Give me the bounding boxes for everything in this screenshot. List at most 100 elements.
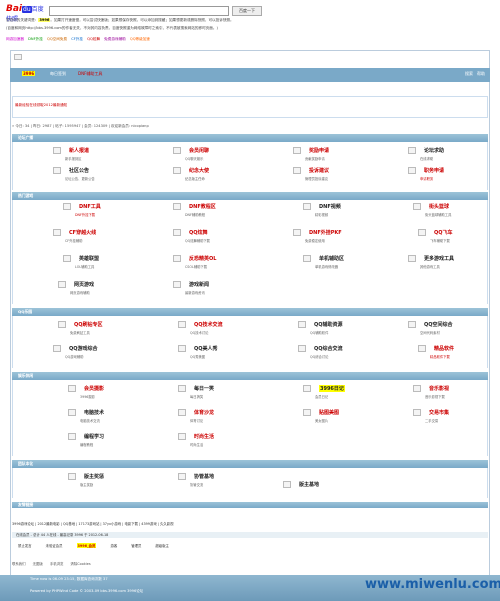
forum-name[interactable]: 交易市集: [429, 409, 449, 416]
forum-cell[interactable]: 社区公告 论坛公告、更新公告: [53, 166, 163, 186]
forum-cell[interactable]: 新人报道 新手报到区: [53, 146, 163, 166]
forum-cell[interactable]: QQ游戏综合 QQ游戏辅助: [53, 344, 163, 364]
forum-name[interactable]: DNF教程区: [189, 203, 216, 210]
forum-name[interactable]: 网页游戏: [74, 281, 94, 288]
forum-cell[interactable]: 论坛求助 在线求助: [408, 146, 500, 166]
forum-name[interactable]: DNF外挂PKF: [309, 229, 342, 236]
forum-name[interactable]: 精品软件: [434, 345, 454, 352]
footer-link[interactable]: 无图版: [33, 562, 43, 566]
forum-name[interactable]: 英雄联盟: [79, 255, 99, 262]
forum-cell[interactable]: QQ空间综合 空间代码素材: [408, 320, 500, 340]
forum-cell[interactable]: 版主奖惩 版主奖励: [68, 472, 178, 492]
forum-cell[interactable]: 3996日记 会员日记: [303, 384, 413, 404]
forum-name[interactable]: 反恐精英OL: [189, 255, 216, 262]
forum-name[interactable]: DNF工具: [79, 203, 101, 210]
forum-cell[interactable]: 电脑技术 电脑技术交流: [68, 408, 178, 428]
forum-name[interactable]: DNF视频: [319, 203, 341, 210]
forum-name[interactable]: QQ刷钻专区: [74, 321, 103, 328]
section-header-team[interactable]: 团队本化: [12, 460, 488, 468]
forum-name[interactable]: 贴图美图: [319, 409, 339, 416]
topbar-search[interactable]: 搜索: [465, 71, 473, 77]
forum-name[interactable]: 每日一笑: [194, 385, 214, 392]
forum-cell[interactable]: 纪念大使 纪念版主任命: [173, 166, 283, 186]
forum-cell[interactable]: QQ美人秀 QQ秀美图: [178, 344, 288, 364]
forum-name[interactable]: 游戏新闻: [189, 281, 209, 288]
forum-cell[interactable]: 每日一笑 每日搞笑: [178, 384, 288, 404]
topbar-logo[interactable]: 3996: [22, 71, 36, 76]
forum-name[interactable]: 编程学习: [84, 433, 104, 440]
forum-name[interactable]: 新人报道: [69, 147, 89, 154]
forum-name[interactable]: 版主奖惩: [84, 473, 104, 480]
forum-cell[interactable]: 会员闲聊 QQ聊天娱乐: [173, 146, 283, 166]
forum-cell[interactable]: 英雄联盟 LOL辅助工具: [63, 254, 173, 274]
color-nav-item[interactable]: 网游加速器: [6, 37, 24, 41]
topbar-dnf-tools[interactable]: DNF辅助工具: [78, 71, 102, 77]
forum-cell[interactable]: 体育沙龙 体育讨论: [178, 408, 288, 428]
forum-cell[interactable]: 贴图美图 美女图片: [303, 408, 413, 428]
forum-cell[interactable]: DNF教程区 DNF辅助教程: [173, 202, 283, 222]
forum-name[interactable]: 职务申请: [424, 167, 444, 174]
color-nav-item[interactable]: 免费游戏辅助: [104, 37, 126, 41]
forum-name[interactable]: QQ炫舞: [189, 229, 208, 236]
footer-link[interactable]: 手机浏览: [50, 562, 64, 566]
forum-name[interactable]: QQ辅助资源: [314, 321, 343, 328]
forum-name[interactable]: 纪念大使: [189, 167, 209, 174]
forum-cell[interactable]: 协管基地 协管交流: [178, 472, 288, 492]
forum-cell[interactable]: 编程学习 编程教程: [68, 432, 178, 452]
forum-cell[interactable]: QQ综合交流 QQ综合讨论: [298, 344, 408, 364]
forum-cell[interactable]: 交易市集 二手交易: [413, 408, 500, 428]
forum-name[interactable]: QQ空间综合: [424, 321, 453, 328]
topbar-help[interactable]: 帮助: [477, 71, 485, 77]
forum-name[interactable]: 街头篮球: [429, 203, 449, 210]
forum-cell[interactable]: QQ炫舞 QQ炫舞辅助下载: [173, 228, 283, 248]
forum-name[interactable]: QQ飞车: [434, 229, 453, 236]
forum-name[interactable]: 单机辅助区: [319, 255, 344, 262]
forum-cell[interactable]: QQ技术交流 QQ技术讨论: [178, 320, 288, 340]
forum-cell[interactable]: 版主基地: [283, 480, 393, 500]
forum-cell[interactable]: QQ刷钻专区 免费刷钻工具: [58, 320, 168, 340]
forum-cell[interactable]: 奖励申请 贡献奖励申请: [293, 146, 403, 166]
forum-name[interactable]: QQ游戏综合: [69, 345, 98, 352]
forum-name[interactable]: 论坛求助: [424, 147, 444, 154]
forum-name[interactable]: 奖励申请: [309, 147, 329, 154]
forum-name[interactable]: 3996日记: [319, 385, 345, 392]
forum-name[interactable]: 会员闲聊: [189, 147, 209, 154]
forum-cell[interactable]: QQ飞车 飞车辅助下载: [418, 228, 500, 248]
forum-cell[interactable]: 会员摄影 3996摄影: [68, 384, 178, 404]
forum-cell[interactable]: 网页游戏 网页游戏辅助: [58, 280, 168, 300]
section-header-qq[interactable]: QQ乐园: [12, 308, 488, 316]
topbar-signin[interactable]: 每日签到: [50, 71, 66, 77]
forum-cell[interactable]: DNF外挂PKF 免费稳定使用: [293, 228, 403, 248]
forum-cell[interactable]: CF穿越火线 CF外挂辅助: [53, 228, 163, 248]
forum-cell[interactable]: 游戏新闻 最新游戏资讯: [173, 280, 283, 300]
forum-name[interactable]: 版主基地: [299, 481, 319, 488]
color-nav-item[interactable]: CF外挂: [71, 37, 83, 41]
color-nav-item[interactable]: QQ空间免费: [47, 37, 67, 41]
forum-cell[interactable]: 时尚生活 时尚生活: [178, 432, 288, 452]
section-header-announcements[interactable]: 论坛广播: [12, 134, 488, 142]
color-nav-item[interactable]: QQ等级加速: [130, 37, 150, 41]
forum-cell[interactable]: DNF工具 DNF外挂下载: [63, 202, 173, 222]
forum-name[interactable]: 社区公告: [69, 167, 89, 174]
friend-links[interactable]: 3996游戏论坛 | 2012最新电影 | QQ基地 | 17173游戏站 | …: [12, 521, 488, 526]
forum-name[interactable]: 投诉建议: [309, 167, 329, 174]
forum-name[interactable]: 更多游戏工具: [424, 255, 454, 262]
search-button[interactable]: 百度一下: [232, 6, 262, 16]
forum-name[interactable]: QQ美人秀: [194, 345, 218, 352]
forum-cell[interactable]: 投诉建议 管理员投诉建议: [293, 166, 403, 186]
section-header-leisure[interactable]: 娱乐休闲: [12, 372, 488, 380]
forum-cell[interactable]: 街头篮球 街头篮球辅助工具: [413, 202, 500, 222]
section-header-hot-games[interactable]: 热门游戏: [12, 192, 488, 200]
footer-link[interactable]: 清除Cookies: [71, 562, 91, 566]
baidu-logo[interactable]: Baidu百度快照: [6, 4, 48, 23]
search-input[interactable]: [49, 6, 229, 16]
forum-name[interactable]: 会员摄影: [84, 385, 104, 392]
forum-cell[interactable]: 职务申请 申请职务: [408, 166, 500, 186]
forum-name[interactable]: CF穿越火线: [69, 229, 96, 236]
forum-name[interactable]: 时尚生活: [194, 433, 214, 440]
forum-name[interactable]: 协管基地: [194, 473, 214, 480]
forum-cell[interactable]: 反恐精英OL CSOL辅助下载: [173, 254, 283, 274]
forum-name[interactable]: 音乐影视: [429, 385, 449, 392]
forum-name[interactable]: 体育沙龙: [194, 409, 214, 416]
forum-cell[interactable]: 更多游戏工具 其他游戏工具: [408, 254, 500, 274]
